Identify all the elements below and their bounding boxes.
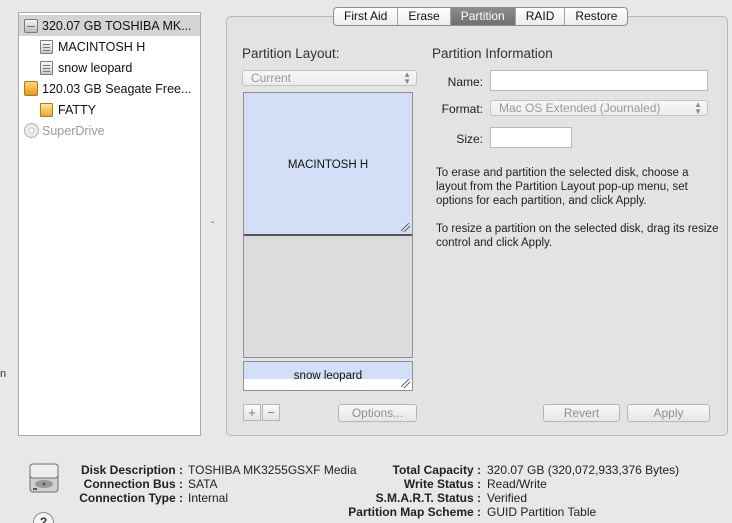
options-button[interactable]: Options... xyxy=(338,404,417,422)
resize-grip-icon[interactable] xyxy=(401,223,410,232)
total-capacity-value: 320.07 GB (320,072,933,376 Bytes) xyxy=(487,463,680,477)
partition-layout-popup[interactable]: Current ▲ ▼ xyxy=(242,70,417,86)
tab-restore[interactable]: Restore xyxy=(565,8,627,25)
sidebar-item-snow-leopard[interactable]: snow leopard xyxy=(19,57,200,78)
write-status-value: Read/Write xyxy=(487,477,547,491)
partition-layout-popup-value: Current xyxy=(251,71,292,85)
partition-map-scheme-label: Partition Map Scheme : xyxy=(348,505,481,519)
format-label: Format: xyxy=(441,102,483,116)
sidebar-item-label: FATTY xyxy=(58,102,96,117)
external-volume-icon xyxy=(40,102,53,117)
sidebar-item-label: 120.03 GB Seagate Free... xyxy=(42,81,192,96)
disk-list-sidebar[interactable]: 320.07 GB TOSHIBA MK... MACINTOSH H snow… xyxy=(18,12,201,436)
add-partition-button[interactable]: + xyxy=(243,404,261,421)
edge-text-fragment: n xyxy=(0,368,7,380)
total-capacity-label: Total Capacity : xyxy=(392,463,481,477)
connection-bus-label: Connection Bus : xyxy=(83,477,183,491)
sidebar-item-label: snow leopard xyxy=(58,60,133,75)
partition-label: snow leopard xyxy=(293,370,363,382)
partition-block-snow-leopard[interactable]: snow leopard xyxy=(243,361,413,391)
tab-partition[interactable]: Partition xyxy=(450,8,516,25)
tab-erase[interactable]: Erase xyxy=(398,8,451,25)
resize-grip-icon[interactable] xyxy=(401,379,410,388)
sidebar-item-label: 320.07 GB TOSHIBA MK... xyxy=(42,18,192,33)
write-status-label: Write Status : xyxy=(403,477,481,491)
connection-bus-value: SATA xyxy=(188,477,218,491)
format-popup-value: Mac OS Extended (Journaled) xyxy=(499,101,661,115)
erase-partition-instructions: To erase and partition the selected disk… xyxy=(436,167,689,207)
partition-block-macintosh-h[interactable]: MACINTOSH H xyxy=(244,93,412,236)
partition-layout-title: Partition Layout: xyxy=(242,46,340,61)
smart-status-value: Verified xyxy=(487,491,528,505)
partition-information-title: Partition Information xyxy=(432,46,553,61)
format-popup[interactable]: Mac OS Extended (Journaled) ▲ ▼ xyxy=(490,100,708,116)
popup-arrows-icon: ▲ ▼ xyxy=(694,100,702,116)
sidebar-item-toshiba-disk[interactable]: 320.07 GB TOSHIBA MK... xyxy=(19,15,200,36)
tab-bar: First Aid Erase Partition RAID Restore xyxy=(333,7,629,26)
sidebar-item-label: SuperDrive xyxy=(42,123,105,138)
popup-arrows-icon: ▲ ▼ xyxy=(403,70,411,86)
size-field[interactable] xyxy=(490,127,572,148)
remove-partition-button[interactable]: − xyxy=(262,404,280,421)
size-label: Size: xyxy=(456,132,483,146)
resize-partition-instructions: To resize a partition on the selected di… xyxy=(436,223,719,249)
optical-drive-icon xyxy=(24,123,39,138)
name-field[interactable] xyxy=(490,70,708,91)
sidebar-item-fatty[interactable]: FATTY xyxy=(19,99,200,120)
partition-label: MACINTOSH H xyxy=(287,159,369,171)
volume-icon xyxy=(40,60,53,75)
sidebar-item-superdrive[interactable]: SuperDrive xyxy=(19,120,200,141)
partition-map-scheme-value: GUID Partition Table xyxy=(487,505,597,519)
tab-first-aid[interactable]: First Aid xyxy=(334,8,399,25)
external-disk-icon xyxy=(24,81,38,96)
connection-type-value: Internal xyxy=(188,491,229,505)
sidebar-item-label: MACINTOSH H xyxy=(58,39,146,54)
disk-description-label: Disk Description : xyxy=(80,463,183,477)
name-label: Name: xyxy=(447,75,483,89)
volume-icon xyxy=(40,39,53,54)
sidebar-item-macintosh-h[interactable]: MACINTOSH H xyxy=(19,36,200,57)
partition-layout-map[interactable]: MACINTOSH H xyxy=(243,92,413,358)
sidebar-item-seagate-disk[interactable]: 120.03 GB Seagate Free... xyxy=(19,78,200,99)
revert-button[interactable]: Revert xyxy=(543,404,620,422)
split-view-handle[interactable]: ˇ xyxy=(211,221,214,232)
tab-raid[interactable]: RAID xyxy=(516,8,566,25)
help-button[interactable]: ? xyxy=(33,512,54,523)
smart-status-label: S.M.A.R.T. Status : xyxy=(375,491,481,505)
internal-disk-icon xyxy=(24,18,38,33)
apply-button[interactable]: Apply xyxy=(627,404,710,422)
connection-type-label: Connection Type : xyxy=(79,491,183,505)
